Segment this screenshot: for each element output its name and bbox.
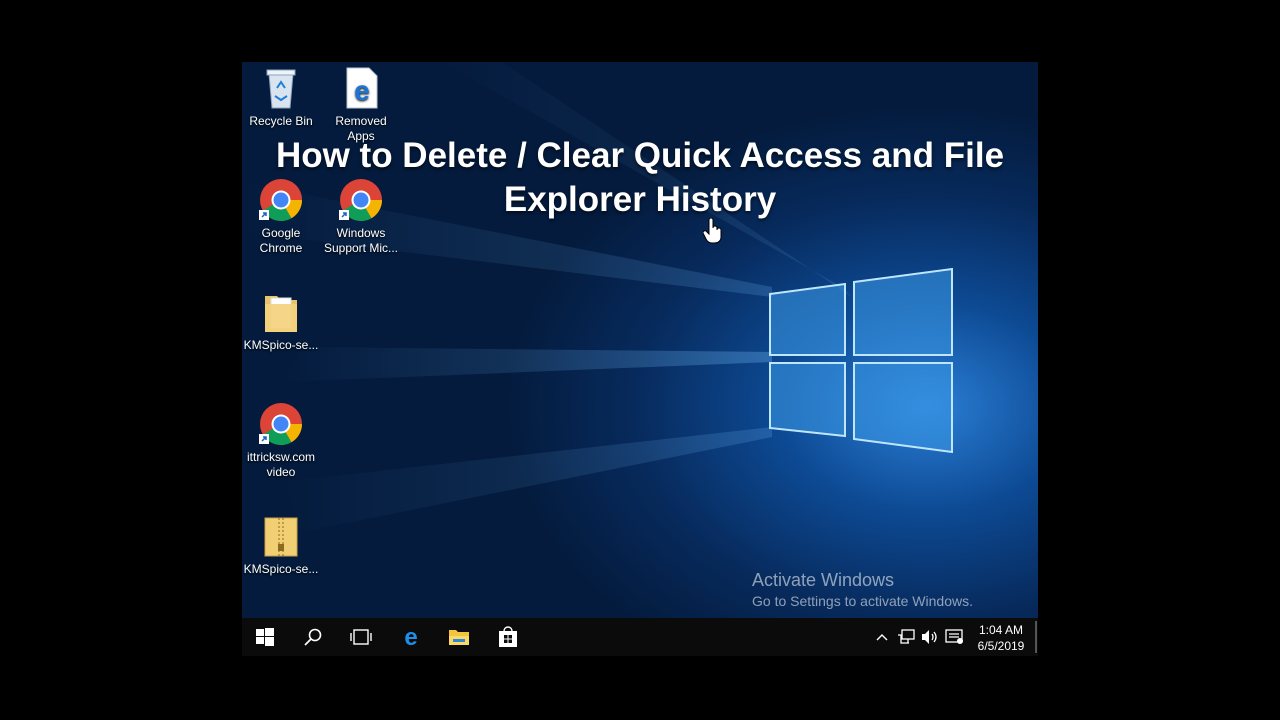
volume-icon [922,630,937,644]
search-button[interactable] [290,618,336,656]
clock-time: 1:04 AM [978,623,1024,637]
edge-icon: e [404,626,417,648]
activate-windows-watermark: Activate Windows Go to Settings to activ… [752,569,973,611]
store-icon [499,626,517,647]
taskbar: e 1:04 AM 6/5/2019 [242,618,1038,656]
show-hidden-icons-button[interactable] [870,618,894,656]
watermark-title: Activate Windows [752,570,895,590]
file-explorer-icon [449,630,469,645]
title-line-1: How to Delete / Clear Quick Access and F… [275,136,1005,175]
hand-cursor-icon [703,218,722,244]
edge-taskbar-button[interactable]: e [388,618,434,656]
icon-label-line2: Support Mic... [323,241,399,255]
svg-text:e: e [354,75,370,106]
title-line-2: Explorer History [503,180,777,219]
desktop-icon-kmspico-folder[interactable]: KMSpico-se... [242,290,321,353]
file-explorer-button[interactable] [436,618,482,656]
folder-icon [265,296,297,332]
icon-label-line2: video [266,465,296,479]
task-view-icon [350,629,372,645]
desktop-icon-removed-apps[interactable]: e Removed Apps [321,66,401,144]
network-button[interactable] [894,618,918,656]
icon-label: Recycle Bin [249,114,313,128]
watermark-subtitle: Go to Settings to activate Windows. [752,593,973,609]
network-icon [898,629,915,644]
desktop-screen: Recycle Bin e Removed Apps Google Chrome [242,62,1038,656]
desktop-icon-ittricksw-video[interactable]: ittricksw.com video [242,402,321,480]
task-view-button[interactable] [338,618,384,656]
zip-folder-icon [264,517,298,557]
taskbar-clock[interactable]: 1:04 AM 6/5/2019 [972,622,1030,654]
icon-label: Windows [336,226,386,240]
svg-text:e: e [404,626,417,648]
video-overlay-title: How to Delete / Clear Quick Access and F… [242,134,1038,222]
volume-button[interactable] [918,618,942,656]
icon-label-line2: Chrome [259,241,303,255]
icon-label: KMSpico-se... [243,338,319,352]
icon-label: Removed [335,114,387,128]
desktop-icon-recycle-bin[interactable]: Recycle Bin [242,66,321,129]
chrome-icon [259,403,302,446]
show-desktop-button[interactable] [1035,621,1037,653]
icon-label: KMSpico-se... [243,562,319,576]
icon-label: Google [261,226,301,240]
chevron-up-icon [876,634,888,641]
edge-file-icon: e [346,67,378,109]
action-center-icon [945,629,963,644]
store-button[interactable] [485,618,531,656]
recycle-bin-icon [266,69,296,109]
start-button[interactable] [242,618,288,656]
clock-date: 6/5/2019 [977,639,1025,653]
search-icon [304,628,322,646]
action-center-button[interactable] [942,618,966,656]
icon-label: ittricksw.com [246,450,315,464]
start-icon [256,628,274,646]
desktop-icon-kmspico-zip[interactable]: KMSpico-se... [242,514,321,577]
